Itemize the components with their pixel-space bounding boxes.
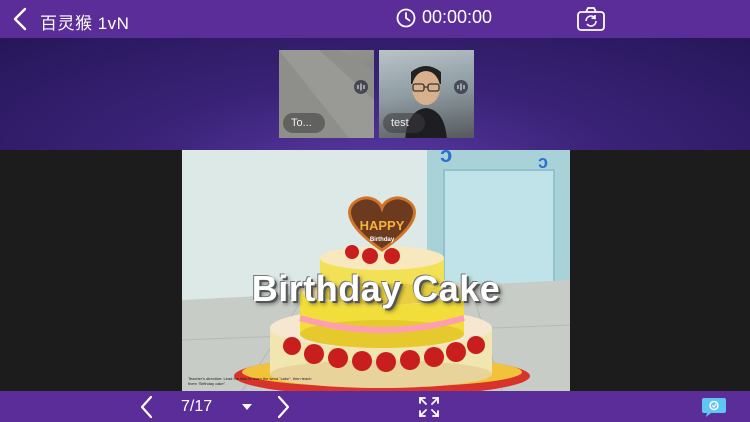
class-timer: 00:00:00 <box>396 7 492 28</box>
chevron-left-icon <box>13 7 27 31</box>
participant-name: test <box>383 113 425 133</box>
page-dropdown-button[interactable] <box>240 400 254 414</box>
topper-text: HAPPY <box>360 218 405 233</box>
audio-level-icon <box>454 80 468 94</box>
svg-text:ɔ: ɔ <box>538 152 548 172</box>
video-strip: To... test <box>0 38 750 150</box>
prev-page-button[interactable] <box>138 394 156 420</box>
video-tile[interactable]: test <box>379 50 474 138</box>
bottom-toolbar: 7/17 <box>0 391 750 422</box>
courseware-stage: ɔ ɔ HAPPY Birthday Birthday Cake Teacher… <box>0 150 750 391</box>
svg-text:ɔ: ɔ <box>440 150 452 167</box>
clock-icon <box>396 8 416 27</box>
topper-subtext: Birthday <box>370 237 395 243</box>
timer-text: 00:00:00 <box>422 7 493 27</box>
chat-bubble-icon <box>702 398 726 417</box>
chat-button[interactable] <box>700 394 728 420</box>
teacher-note: Teacher's direction: Lead the kids to le… <box>188 376 312 386</box>
audio-level-icon <box>354 80 368 94</box>
switch-camera-button[interactable] <box>576 6 606 32</box>
expand-icon <box>419 397 439 417</box>
page-indicator: 7/17 <box>181 398 213 415</box>
video-tile[interactable]: To... <box>279 50 374 138</box>
slide-title: Birthday Cake <box>251 268 501 309</box>
courseware-slide[interactable]: ɔ ɔ HAPPY Birthday Birthday Cake Teacher… <box>182 150 570 391</box>
chevron-right-icon <box>277 395 290 419</box>
camera-switch-icon <box>577 7 605 31</box>
fullscreen-button[interactable] <box>418 396 440 418</box>
chevron-left-icon <box>140 395 153 419</box>
back-button[interactable] <box>10 6 32 32</box>
participant-name: To... <box>283 113 325 133</box>
top-header: 百灵猴 1vN 00:00:00 <box>0 0 750 38</box>
classroom-app: 百灵猴 1vN 00:00:00 To... test ɔ ɔ HAPPY Bi… <box>0 0 750 422</box>
room-title: 百灵猴 1vN <box>40 14 130 33</box>
caret-down-icon <box>242 404 252 410</box>
next-page-button[interactable] <box>274 394 292 420</box>
